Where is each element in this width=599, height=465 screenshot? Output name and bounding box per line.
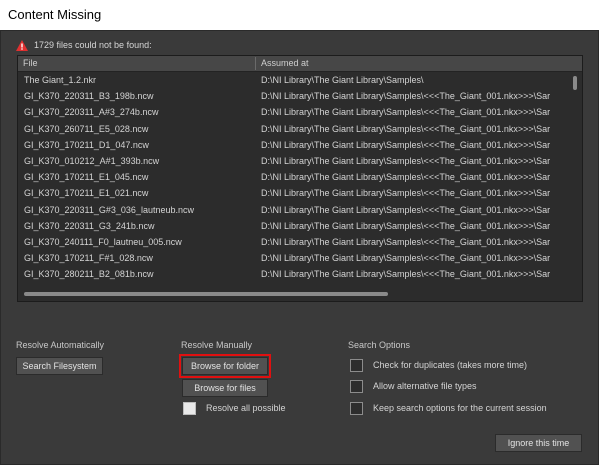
window-title: Content Missing [8, 7, 102, 22]
assumed-at-cell: D:\NI Library\The Giant Library\Samples\… [261, 253, 551, 264]
table-row[interactable]: GI_K370_170211_D1_047.ncw D:\NI Library\T… [18, 137, 568, 153]
keep-search-options-checkbox[interactable] [350, 402, 363, 415]
file-cell: GI_K370_170211_D1_047.ncw [24, 139, 149, 150]
file-cell: GI_K370_220311_A#3_274b.ncw [24, 107, 159, 118]
resolve-manually-label: Resolve Manually [181, 340, 253, 350]
file-cell: GI_K370_240111_D2_331.ncw [24, 282, 148, 286]
table-row[interactable]: GI_K370_170211_F#1_028.ncw D:\NI Library\… [18, 250, 568, 266]
column-header-file[interactable]: File [18, 56, 255, 71]
assumed-at-cell: D:\NI Library\The Giant Library\Samples\… [261, 91, 551, 102]
assumed-at-cell: D:\NI Library\The Giant Library\Samples\… [261, 282, 568, 286]
assumed-at-cell: D:\NI Library\The Giant Library\Samples\… [261, 139, 551, 150]
table-row[interactable]: GI_K370_170211_E1_021.ncw D:\NI Library\T… [18, 185, 568, 201]
horizontal-scrollbar[interactable] [18, 287, 582, 301]
file-cell: GI_K370_280211_B2_081b.ncw [24, 269, 154, 280]
assumed-at-cell: D:\NI Library\The Giant Library\Samples\… [261, 236, 551, 247]
table-row[interactable]: GI_K370_010212_A#1_393b.ncw D:\NI Library… [18, 153, 568, 169]
vertical-scrollbar[interactable] [569, 72, 581, 286]
assumed-at-cell: D:\NI Library\The Giant Library\Samples\… [261, 269, 551, 280]
table-row[interactable]: GI_K370_220311_A#3_274b.ncw D:\NI Library… [18, 104, 568, 120]
resolve-automatically-label: Resolve Automatically [16, 340, 105, 350]
file-cell: The Giant_1.2.nkr [24, 75, 97, 85]
resolve-all-checkbox[interactable] [183, 402, 196, 415]
ignore-this-time-button[interactable]: Ignore this time [495, 434, 582, 452]
alternative-file-types-checkbox[interactable] [350, 380, 363, 393]
file-cell: GI_K370_170211_E1_045.ncw [24, 172, 149, 183]
assumed-at-cell: D:\NI Library\The Giant Library\Samples\… [261, 123, 551, 134]
table-row[interactable]: GI_K370_260711_E5_028.ncw D:\NI Library\T… [18, 121, 568, 137]
window-titlebar: Content Missing [0, 0, 599, 30]
file-cell: GI_K370_220311_G3_241b.ncw [24, 220, 155, 231]
missing-files-table[interactable]: File Assumed at The Giant_1.2.nkr D:\NI L… [17, 55, 583, 302]
search-filesystem-button[interactable]: Search Filesystem [16, 357, 103, 375]
table-body: The Giant_1.2.nkr D:\NI Library\The Giant… [18, 72, 568, 286]
file-cell: GI_K370_220311_G#3_036_lautneub.ncw [24, 204, 194, 215]
file-cell: GI_K370_220311_B3_198b.ncw [24, 91, 154, 102]
warning-message: 1729 files could not be found: [16, 38, 152, 52]
table-row[interactable]: GI_K370_240111_F0_lautneu_005.ncw D:\NI L… [18, 234, 568, 250]
table-header: File Assumed at [18, 56, 582, 72]
file-cell: GI_K370_260711_E5_028.ncw [24, 123, 149, 134]
warning-triangle-icon [16, 39, 28, 51]
table-row[interactable]: GI_K370_280211_B2_081b.ncw D:\NI Library\… [18, 266, 568, 282]
vertical-scroll-thumb[interactable] [573, 76, 577, 90]
assumed-at-cell: D:\NI Library\The Giant Library\Samples\… [261, 172, 551, 183]
assumed-at-cell: D:\NI Library\The Giant Library\Samples\… [261, 188, 551, 199]
assumed-at-cell: D:\NI Library\The Giant Library\Samples\… [261, 220, 551, 231]
table-row[interactable]: GI_K370_220311_G3_241b.ncw D:\NI Library\… [18, 218, 568, 234]
resolve-all-label[interactable]: Resolve all possible [206, 402, 286, 415]
search-options-label: Search Options [348, 340, 411, 350]
keep-search-options-label[interactable]: Keep search options for the current sess… [373, 402, 547, 415]
browse-for-folder-button[interactable]: Browse for folder [182, 357, 268, 375]
column-header-assumed-at[interactable]: Assumed at [256, 56, 582, 71]
table-row[interactable]: GI_K370_220311_G#3_036_lautneub.ncw D:\NI… [18, 202, 568, 218]
table-row[interactable]: GI_K370_240111_D2_331.ncw D:\NI Library\T… [18, 282, 568, 286]
table-row[interactable]: The Giant_1.2.nkr D:\NI Library\The Giant… [18, 72, 568, 88]
assumed-at-cell: D:\NI Library\The Giant Library\Samples\… [261, 155, 551, 166]
horizontal-scroll-thumb[interactable] [24, 292, 388, 296]
file-cell: GI_K370_170211_E1_021.ncw [24, 188, 149, 199]
alternative-file-types-label[interactable]: Allow alternative file types [373, 380, 477, 393]
file-cell: GI_K370_170211_F#1_028.ncw [24, 253, 153, 264]
warning-text: 1729 files could not be found: [34, 40, 152, 50]
assumed-at-cell: D:\NI Library\The Giant Library\Samples\… [261, 204, 551, 215]
table-row[interactable]: GI_K370_220311_B3_198b.ncw D:\NI Library\… [18, 88, 568, 104]
assumed-at-cell: D:\NI Library\The Giant Library\Samples\ [261, 75, 424, 85]
check-duplicates-checkbox[interactable] [350, 359, 363, 372]
check-duplicates-label[interactable]: Check for duplicates (takes more time) [373, 359, 527, 372]
file-cell: GI_K370_010212_A#1_393b.ncw [24, 155, 160, 166]
table-row[interactable]: GI_K370_170211_E1_045.ncw D:\NI Library\T… [18, 169, 568, 185]
file-cell: GI_K370_240111_F0_lautneu_005.ncw [24, 236, 182, 247]
assumed-at-cell: D:\NI Library\The Giant Library\Samples\… [261, 107, 551, 118]
browse-for-files-button[interactable]: Browse for files [182, 379, 268, 397]
